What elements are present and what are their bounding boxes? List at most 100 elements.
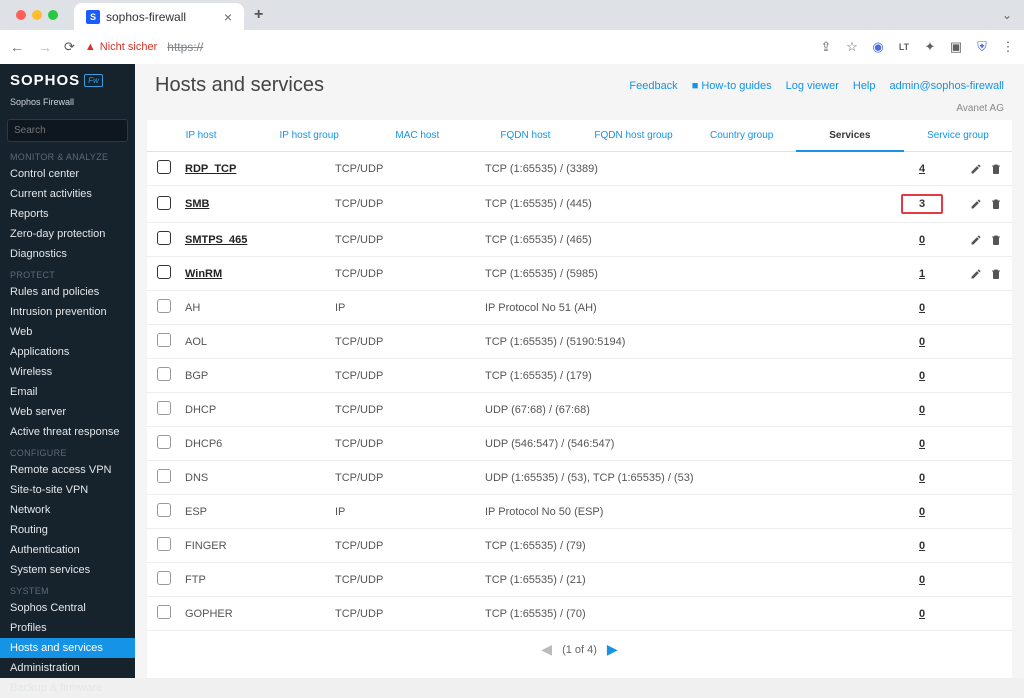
row-checkbox[interactable]: [157, 537, 185, 554]
sidebar-item-backup-firmware[interactable]: Backup & firmware: [0, 678, 135, 698]
tab-ip-host[interactable]: IP host: [147, 120, 255, 151]
maximize-window-icon[interactable]: [48, 10, 58, 20]
sidebar-item-administration[interactable]: Administration: [0, 658, 135, 678]
usage-count[interactable]: 0: [919, 472, 925, 484]
close-window-icon[interactable]: [16, 10, 26, 20]
sidebar-item-web[interactable]: Web: [0, 322, 135, 342]
howto-link[interactable]: ■How-to guides: [692, 80, 772, 92]
tab-ip-host-group[interactable]: IP host group: [255, 120, 363, 151]
service-name[interactable]: RDP_TCP: [185, 163, 335, 175]
back-button[interactable]: ←: [8, 39, 26, 55]
sidebar-item-control-center[interactable]: Control center: [0, 164, 135, 184]
service-name[interactable]: FTP: [185, 574, 335, 586]
extension-icon[interactable]: LT: [896, 39, 912, 55]
usage-count[interactable]: 1: [919, 268, 925, 280]
service-name[interactable]: SMB: [185, 198, 335, 210]
browser-tab[interactable]: S sophos-firewall ×: [74, 3, 244, 31]
row-checkbox[interactable]: [157, 435, 185, 452]
bookmark-icon[interactable]: ☆: [844, 39, 860, 55]
usage-count[interactable]: 0: [919, 234, 925, 246]
panel-icon[interactable]: ▣: [948, 39, 964, 55]
delete-icon[interactable]: [990, 234, 1002, 246]
search-input[interactable]: [14, 125, 146, 136]
service-name[interactable]: DHCP6: [185, 438, 335, 450]
row-checkbox[interactable]: [157, 503, 185, 520]
service-name[interactable]: SMTPS_465: [185, 234, 335, 246]
delete-icon[interactable]: [990, 198, 1002, 210]
row-checkbox[interactable]: [157, 367, 185, 384]
forward-button[interactable]: →: [36, 39, 54, 55]
sidebar-item-applications[interactable]: Applications: [0, 342, 135, 362]
logviewer-link[interactable]: Log viewer: [786, 80, 839, 92]
row-checkbox[interactable]: [157, 605, 185, 622]
usage-count[interactable]: 0: [919, 438, 925, 450]
usage-count[interactable]: 4: [919, 163, 925, 175]
tab-fqdn-host-group[interactable]: FQDN host group: [580, 120, 688, 151]
usage-count[interactable]: 0: [919, 608, 925, 620]
sidebar-item-active-threat-response[interactable]: Active threat response: [0, 422, 135, 442]
service-name[interactable]: FINGER: [185, 540, 335, 552]
row-checkbox[interactable]: [157, 265, 185, 282]
sidebar-item-sophos-central[interactable]: Sophos Central: [0, 598, 135, 618]
row-checkbox[interactable]: [157, 196, 185, 213]
service-name[interactable]: AOL: [185, 336, 335, 348]
share-icon[interactable]: ⇪: [818, 39, 834, 55]
prev-page-button[interactable]: ◀: [541, 641, 552, 658]
usage-count[interactable]: 0: [919, 540, 925, 552]
tab-close-icon[interactable]: ×: [224, 9, 232, 25]
sidebar-item-authentication[interactable]: Authentication: [0, 540, 135, 560]
new-tab-button[interactable]: +: [244, 6, 273, 24]
service-name[interactable]: DHCP: [185, 404, 335, 416]
next-page-button[interactable]: ▶: [607, 641, 618, 658]
delete-icon[interactable]: [990, 268, 1002, 280]
sidebar-item-diagnostics[interactable]: Diagnostics: [0, 244, 135, 264]
usage-count[interactable]: 0: [919, 336, 925, 348]
delete-icon[interactable]: [990, 163, 1002, 175]
tab-fqdn-host[interactable]: FQDN host: [471, 120, 579, 151]
edit-icon[interactable]: [970, 198, 982, 210]
service-name[interactable]: WinRM: [185, 268, 335, 280]
sidebar-item-current-activities[interactable]: Current activities: [0, 184, 135, 204]
row-checkbox[interactable]: [157, 160, 185, 177]
window-controls[interactable]: [8, 10, 66, 20]
row-checkbox[interactable]: [157, 231, 185, 248]
usage-count[interactable]: 0: [919, 302, 925, 314]
usage-count[interactable]: 0: [919, 574, 925, 586]
service-name[interactable]: GOPHER: [185, 608, 335, 620]
sidebar-item-network[interactable]: Network: [0, 500, 135, 520]
usage-count[interactable]: 0: [919, 506, 925, 518]
extension-icon[interactable]: ◉: [870, 39, 886, 55]
service-name[interactable]: BGP: [185, 370, 335, 382]
reload-button[interactable]: ⟳: [64, 39, 75, 55]
sidebar-item-wireless[interactable]: Wireless: [0, 362, 135, 382]
tab-country-group[interactable]: Country group: [688, 120, 796, 151]
minimize-window-icon[interactable]: [32, 10, 42, 20]
feedback-link[interactable]: Feedback: [629, 80, 677, 92]
edit-icon[interactable]: [970, 268, 982, 280]
usage-count[interactable]: 3: [901, 194, 943, 214]
sidebar-item-rules-and-policies[interactable]: Rules and policies: [0, 282, 135, 302]
service-name[interactable]: DNS: [185, 472, 335, 484]
sidebar-item-remote-access-vpn[interactable]: Remote access VPN: [0, 460, 135, 480]
sidebar-item-profiles[interactable]: Profiles: [0, 618, 135, 638]
row-checkbox[interactable]: [157, 401, 185, 418]
puzzle-icon[interactable]: ✦: [922, 39, 938, 55]
help-link[interactable]: Help: [853, 80, 876, 92]
sidebar-item-intrusion-prevention[interactable]: Intrusion prevention: [0, 302, 135, 322]
row-checkbox[interactable]: [157, 299, 185, 316]
sidebar-item-hosts-and-services[interactable]: Hosts and services: [0, 638, 135, 658]
shield-icon[interactable]: ⛨: [974, 39, 990, 55]
usage-count[interactable]: 0: [919, 370, 925, 382]
user-menu[interactable]: admin@sophos-firewall: [890, 80, 1005, 92]
sidebar-item-system-services[interactable]: System services: [0, 560, 135, 580]
tab-services[interactable]: Services: [796, 120, 904, 151]
sidebar-item-web-server[interactable]: Web server: [0, 402, 135, 422]
edit-icon[interactable]: [970, 163, 982, 175]
sidebar-item-routing[interactable]: Routing: [0, 520, 135, 540]
edit-icon[interactable]: [970, 234, 982, 246]
row-checkbox[interactable]: [157, 469, 185, 486]
sidebar-item-zero-day-protection[interactable]: Zero-day protection: [0, 224, 135, 244]
chevron-down-icon[interactable]: ⌄: [1002, 8, 1024, 22]
row-checkbox[interactable]: [157, 571, 185, 588]
tab-mac-host[interactable]: MAC host: [363, 120, 471, 151]
